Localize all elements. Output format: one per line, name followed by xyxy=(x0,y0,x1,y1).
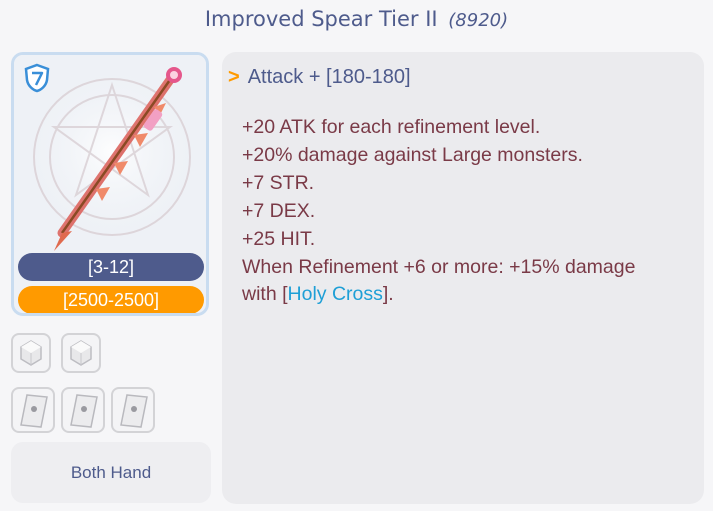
item-tooltip: Improved Spear Tier II (8920) [3-12] [25… xyxy=(0,0,713,511)
attack-line: > Attack + [180-180] xyxy=(228,66,411,89)
description-panel: > Attack + [180-180] +20 ATK for each ref… xyxy=(222,52,704,504)
description-text: +20 ATK for each refinement level. +20% … xyxy=(242,114,692,309)
price-range: [2500-2500] xyxy=(18,286,204,313)
card-slot-1[interactable] xyxy=(11,387,55,433)
chevron-right-icon: > xyxy=(228,66,240,88)
hand-type-label: Both Hand xyxy=(11,442,211,503)
gem-slot-2[interactable] xyxy=(61,333,101,373)
item-title: Improved Spear Tier II (8920) xyxy=(0,0,713,40)
description-line: +20% damage against Large monsters. xyxy=(242,143,583,166)
gem-slot-icon xyxy=(70,340,92,366)
description-line: When Refinement +6 or more: +15% damage xyxy=(242,255,636,278)
card-slot-icon xyxy=(70,394,98,428)
attack-value: Attack + [180-180] xyxy=(247,66,411,88)
line-prefix: with [ xyxy=(242,283,288,306)
card-slot-icon xyxy=(120,394,148,428)
description-line-skill: with [Holy Cross]. xyxy=(242,281,692,309)
skill-link-holy-cross[interactable]: Holy Cross xyxy=(288,283,383,305)
card-slot-2[interactable] xyxy=(61,387,105,433)
slots-range: [3-12] xyxy=(18,253,204,281)
card-slot-icon xyxy=(20,394,48,428)
item-name: Improved Spear Tier II xyxy=(204,7,438,31)
line-suffix: ]. xyxy=(382,283,394,306)
gem-slot-icon xyxy=(20,340,42,366)
description-line: +20 ATK for each refinement level. xyxy=(242,116,541,138)
item-id: (8920) xyxy=(448,10,509,31)
card-slot-3[interactable] xyxy=(111,387,155,433)
gem-slot-1[interactable] xyxy=(11,333,51,373)
description-line: +7 DEX. xyxy=(242,199,316,222)
item-card: [3-12] [2500-2500] xyxy=(11,52,209,316)
description-line: +7 STR. xyxy=(242,171,315,194)
description-line: +25 HIT. xyxy=(242,227,316,250)
shield-icon xyxy=(24,63,50,93)
